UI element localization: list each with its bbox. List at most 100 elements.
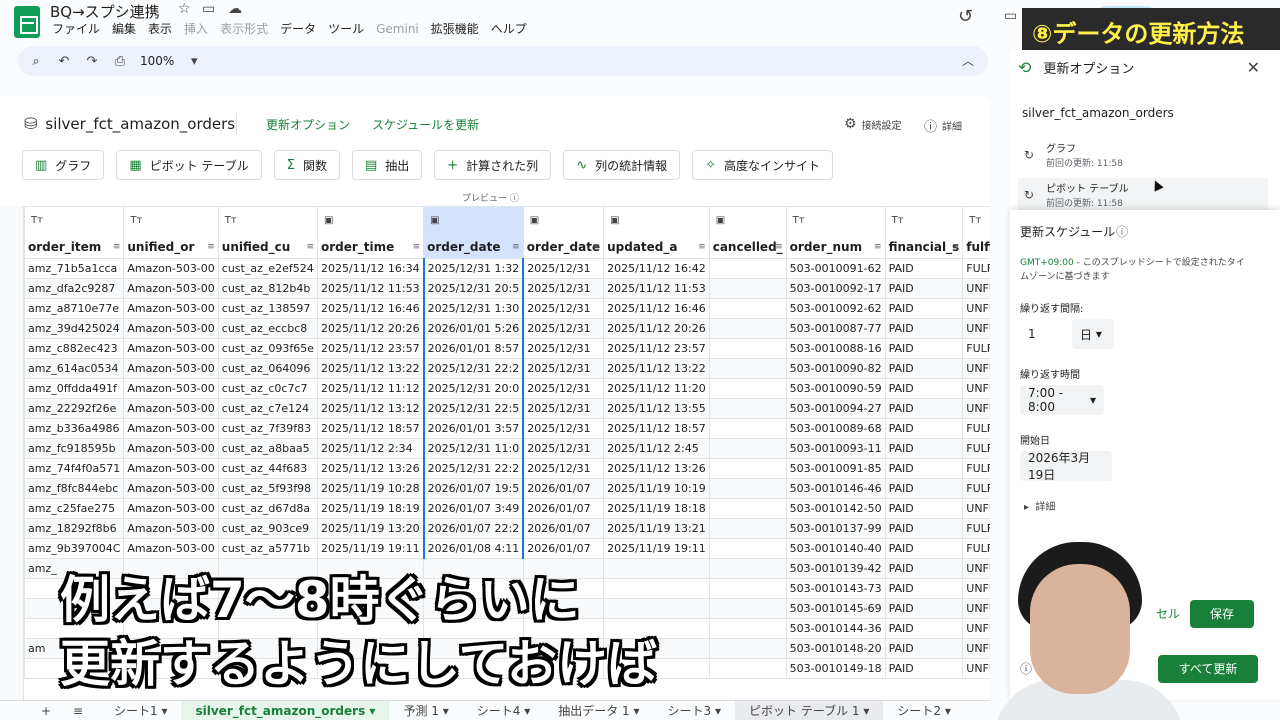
table-cell[interactable]: 2025/12/31: [522, 278, 605, 299]
menu-item[interactable]: 挿入: [178, 21, 214, 37]
table-cell[interactable]: amz_0ffdda491f: [23, 378, 125, 399]
table-cell[interactable]: FULFILLED: [962, 458, 990, 479]
sheet-tab[interactable]: silver_fct_amazon_orders ▾: [181, 700, 390, 720]
table-cell[interactable]: 503-0010090-82: [785, 358, 886, 379]
table-cell[interactable]: 2025/11/19 10:28: [316, 478, 425, 499]
table-cell[interactable]: amz_fc918595b: [23, 438, 125, 459]
table-cell[interactable]: 2026/01/01 3:57: [422, 418, 525, 439]
table-cell[interactable]: 503-0010140-40: [785, 538, 886, 559]
table-cell[interactable]: cust_az_d67d8a: [217, 498, 319, 519]
table-cell[interactable]: FULFILLED: [962, 518, 990, 539]
schedule-refresh-link[interactable]: スケジュールを更新: [372, 116, 479, 133]
menu-item[interactable]: ファイル: [46, 21, 106, 37]
table-cell[interactable]: cust_az_a5771b: [217, 538, 319, 559]
table-cell[interactable]: Amazon-503-00: [123, 438, 219, 459]
table-cell[interactable]: 2025/12/31: [522, 338, 605, 359]
table-cell[interactable]: Amazon-503-00: [123, 398, 219, 419]
table-cell[interactable]: [708, 578, 787, 599]
column-filter-icon[interactable]: ≡: [593, 242, 601, 252]
redo-icon[interactable]: ↷: [84, 54, 100, 69]
table-cell[interactable]: 503-0010148-20: [785, 638, 886, 659]
table-cell[interactable]: PAID: [884, 278, 964, 299]
table-cell[interactable]: Amazon-503-00: [123, 458, 219, 479]
close-icon[interactable]: ✕: [1247, 58, 1260, 77]
table-cell[interactable]: 2025/11/12 16:34: [316, 258, 425, 279]
table-cell[interactable]: Amazon-503-00: [123, 498, 219, 519]
table-cell[interactable]: 2025/11/19 18:18: [603, 498, 710, 519]
table-cell[interactable]: [708, 258, 787, 279]
table-cell[interactable]: cust_az_064096: [217, 358, 319, 379]
table-cell[interactable]: FULFILLED: [962, 538, 990, 559]
menu-item[interactable]: ツール: [322, 21, 370, 37]
action-button[interactable]: ▥ グラフ: [22, 150, 105, 180]
table-cell[interactable]: 503-0010090-59: [785, 378, 886, 399]
table-cell[interactable]: cust_az_c0c7c7: [217, 378, 319, 399]
connection-settings-button[interactable]: ⚙ 接続設定: [844, 116, 902, 132]
table-cell[interactable]: 2025/11/12 13:22: [603, 358, 710, 379]
sheets-logo-icon[interactable]: [14, 6, 40, 38]
menu-item[interactable]: 編集: [106, 21, 142, 37]
table-cell[interactable]: [708, 418, 787, 439]
column-header[interactable]: ▣ updated_a ≡: [603, 206, 710, 259]
interval-unit-select[interactable]: 日 ▾: [1072, 319, 1114, 349]
menu-item[interactable]: 表示形式: [214, 21, 274, 37]
column-filter-icon[interactable]: ≡: [698, 242, 706, 252]
table-cell[interactable]: [708, 638, 787, 659]
table-cell[interactable]: 2025/11/19 19:11: [603, 538, 710, 559]
sheet-tab[interactable]: シート1 ▾: [100, 702, 181, 719]
table-cell[interactable]: 2025/11/12 13:55: [603, 398, 710, 419]
table-cell[interactable]: 2025/12/31: [522, 318, 605, 339]
action-button[interactable]: Σ 関数: [273, 150, 340, 180]
sheet-tab[interactable]: 抽出データ 1 ▾: [544, 702, 653, 719]
cloud-status-icon[interactable]: ☁: [228, 1, 242, 17]
table-cell[interactable]: PAID: [884, 478, 964, 499]
move-folder-icon[interactable]: ▭: [202, 1, 215, 17]
table-cell[interactable]: 2026/01/07 22:2: [422, 518, 525, 539]
table-cell[interactable]: UNFULFILLED: [962, 358, 990, 379]
table-cell[interactable]: amz_39d425024: [23, 318, 125, 339]
table-cell[interactable]: 2025/12/31: [522, 358, 605, 379]
table-cell[interactable]: cust_az_903ce9: [217, 518, 319, 539]
menu-item[interactable]: 表示: [142, 21, 178, 37]
table-cell[interactable]: 2025/12/31 20:0: [422, 378, 525, 399]
column-header[interactable]: Tт unified_cu ≡: [217, 206, 319, 259]
version-history-icon[interactable]: ↺: [958, 6, 973, 27]
table-cell[interactable]: Amazon-503-00: [123, 418, 219, 439]
table-cell[interactable]: [708, 618, 787, 639]
table-cell[interactable]: Amazon-503-00: [123, 358, 219, 379]
table-cell[interactable]: cust_az_7f39f83: [217, 418, 319, 439]
table-cell[interactable]: 2025/11/12 13:26: [603, 458, 710, 479]
sheet-tab[interactable]: シート2 ▾: [883, 702, 964, 719]
table-cell[interactable]: Amazon-503-00: [123, 378, 219, 399]
table-cell[interactable]: UNFULFILLED: [962, 578, 990, 599]
table-cell[interactable]: PAID: [884, 438, 964, 459]
table-cell[interactable]: UNFULFILLED: [962, 618, 990, 639]
table-cell[interactable]: 2026/01/01 8:57: [422, 338, 525, 359]
table-cell[interactable]: FULFILLED: [962, 258, 990, 279]
table-cell[interactable]: [708, 298, 787, 319]
table-cell[interactable]: Amazon-503-00: [123, 278, 219, 299]
table-cell[interactable]: [708, 538, 787, 559]
table-cell[interactable]: Amazon-503-00: [123, 518, 219, 539]
table-cell[interactable]: UNFULFILLED: [962, 498, 990, 519]
all-sheets-icon[interactable]: ≡: [62, 704, 94, 718]
column-filter-icon[interactable]: ≡: [306, 242, 314, 252]
star-icon[interactable]: ☆: [178, 1, 191, 17]
table-cell[interactable]: PAID: [884, 318, 964, 339]
table-cell[interactable]: 2025/11/12 20:26: [316, 318, 425, 339]
table-cell[interactable]: 2025/11/19 10:19: [603, 478, 710, 499]
table-cell[interactable]: UNFULFILLED: [962, 558, 990, 579]
table-cell[interactable]: 2026/01/07: [522, 538, 605, 559]
table-cell[interactable]: 2025/11/12 16:46: [603, 298, 710, 319]
table-cell[interactable]: PAID: [884, 258, 964, 279]
table-cell[interactable]: FULFILLED: [962, 418, 990, 439]
table-cell[interactable]: PAID: [884, 578, 964, 599]
table-cell[interactable]: amz_c25fae275: [23, 498, 125, 519]
refresh-options-link[interactable]: 更新オプション: [266, 116, 350, 133]
menu-item[interactable]: データ: [274, 21, 322, 37]
table-cell[interactable]: [708, 358, 787, 379]
table-cell[interactable]: PAID: [884, 598, 964, 619]
table-cell[interactable]: UNFULFILLED: [962, 658, 990, 679]
column-header[interactable]: Tт order_num ≡: [785, 206, 886, 259]
table-cell[interactable]: 2025/12/31: [522, 398, 605, 419]
